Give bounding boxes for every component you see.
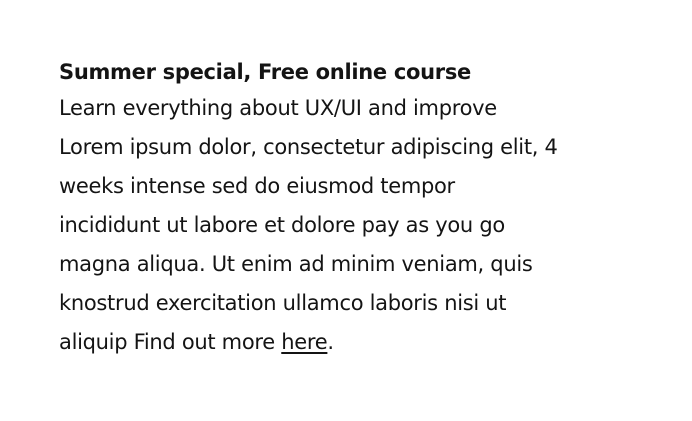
promo-text-block: Summer special, Free online course Learn… <box>59 55 659 362</box>
find-out-more-link[interactable]: here <box>281 330 327 354</box>
promo-body-line: incididunt ut labore et dolore pay as yo… <box>59 213 505 237</box>
promo-body-line: knostrud exercitation ullamco laboris ni… <box>59 291 507 315</box>
promo-body-line: Learn everything about UX/UI and improve <box>59 96 497 120</box>
promo-body-line: weeks intense sed do eiusmod tempor <box>59 174 455 198</box>
last-line-suffix: . <box>327 330 334 354</box>
promo-body: Learn everything about UX/UI and improve… <box>59 89 659 362</box>
promo-body-line: magna aliqua. Ut enim ad minim veniam, q… <box>59 252 533 276</box>
promo-body-last-line: aliquip Find out more here. <box>59 323 659 362</box>
promo-body-line: Lorem ipsum dolor, consectetur adipiscin… <box>59 135 558 159</box>
last-line-prefix: aliquip Find out more <box>59 330 282 354</box>
promo-headline: Summer special, Free online course <box>59 60 471 84</box>
